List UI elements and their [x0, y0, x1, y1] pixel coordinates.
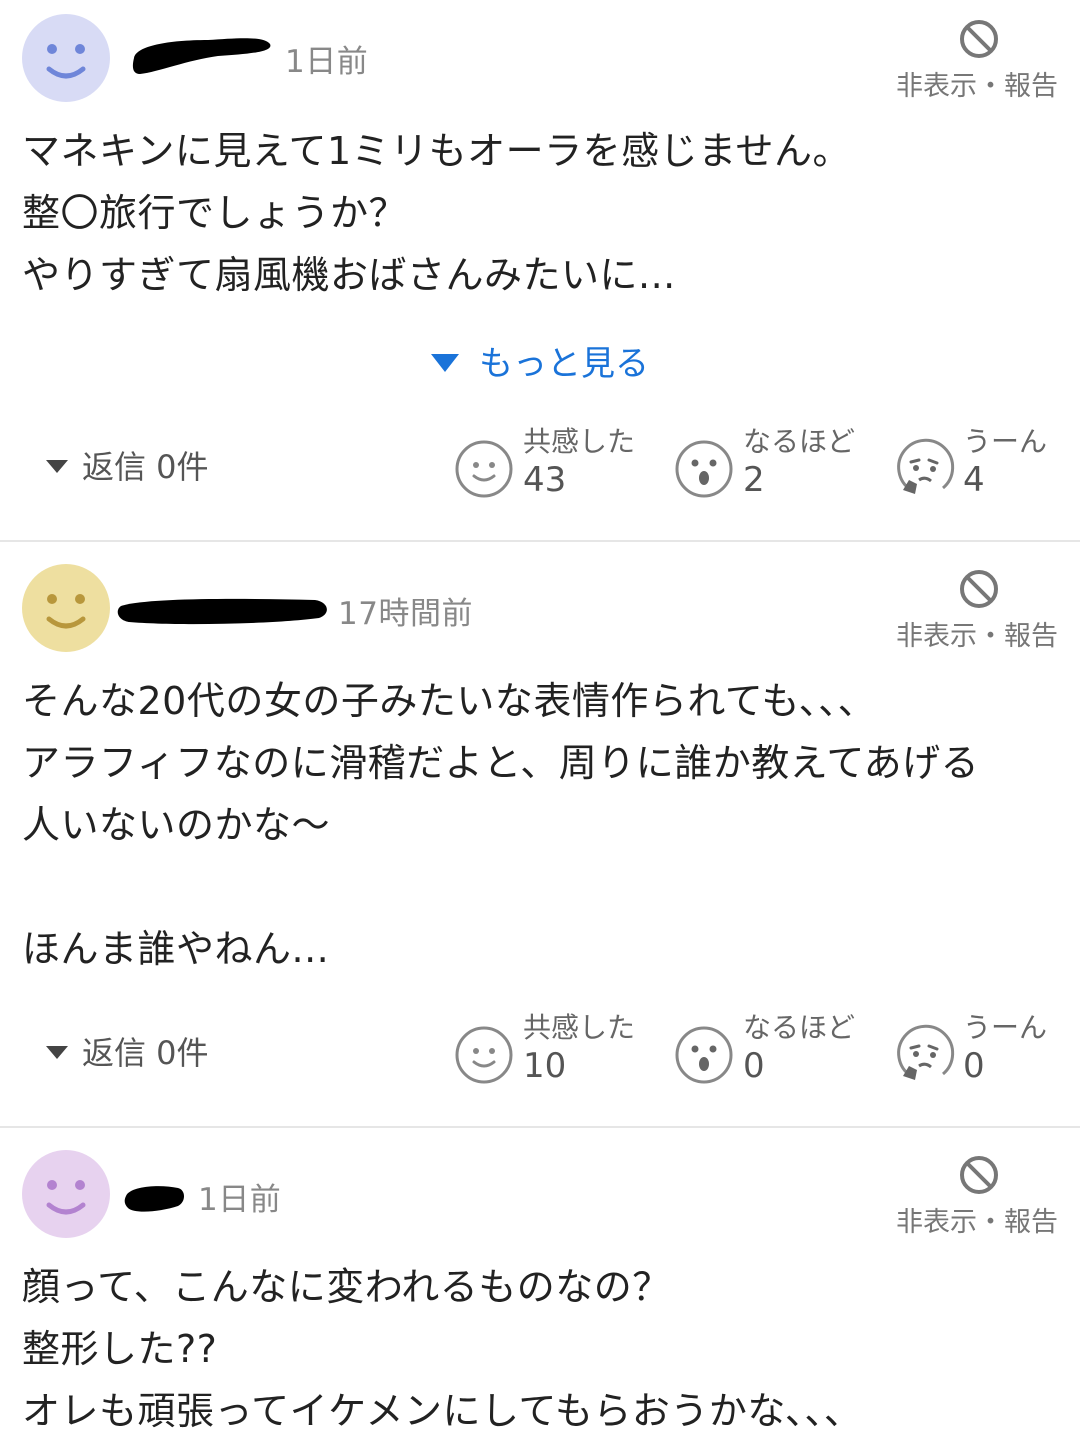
reaction-label: うーん: [963, 1011, 1048, 1044]
comment-body: そんな20代の女の子みたいな表情作られても、、、 アラフィフなのに滑稽だよと、周…: [22, 670, 1058, 980]
comment-line: 顔って、こんなに変われるものなの？: [22, 1265, 671, 1309]
triangle-down-icon: [46, 459, 68, 473]
smile-face-icon: [455, 440, 513, 498]
reaction-count: 2: [743, 460, 765, 500]
comment-line: そんな20代の女の子みたいな表情作られても、、、: [22, 679, 877, 723]
reaction-empathy-button[interactable]: 共感した 43: [453, 420, 653, 500]
avatar[interactable]: [22, 564, 110, 652]
comment-line: マネキンに見えて1ミリもオーラを感じません。: [22, 129, 851, 173]
username-redacted[interactable]: [128, 28, 273, 78]
ban-icon: [960, 1156, 998, 1194]
reaction-count: 43: [523, 460, 567, 500]
reaction-label: うーん: [963, 425, 1048, 458]
hide-report-label: 非表示・報告: [896, 1207, 1058, 1238]
reply-count: 返信 0件: [82, 1034, 209, 1072]
comment-line: ほんま誰やねん...: [22, 927, 330, 971]
surprised-face-icon: [675, 1026, 733, 1084]
reaction-label: 共感した: [523, 1011, 636, 1044]
show-more-link[interactable]: もっと見る: [0, 336, 1080, 385]
hide-report-label: 非表示・報告: [896, 71, 1058, 102]
smile-avatar-icon: [22, 14, 110, 102]
triangle-down-icon: [431, 353, 459, 372]
comment-line: アラフィフなのに滑稽だよと、周りに誰か教えてあげる: [22, 741, 980, 785]
reaction-count: 4: [963, 460, 985, 500]
reaction-insight-button[interactable]: なるほど 2: [673, 420, 873, 500]
comment-line: [22, 856, 1058, 918]
hide-report-button[interactable]: 非表示・報告: [888, 568, 1058, 653]
reaction-label: 共感した: [523, 425, 636, 458]
hide-report-label: 非表示・報告: [896, 621, 1058, 652]
reply-toggle[interactable]: 返信 0件: [46, 1028, 209, 1074]
reply-toggle[interactable]: 返信 0件: [46, 442, 209, 488]
avatar[interactable]: [22, 1150, 110, 1238]
comment-line: 整形した??: [22, 1327, 218, 1371]
comment-line: やりすぎて扇風機おばさんみたいに...: [22, 253, 676, 297]
comment-line: 整〇旅行でしょうか？: [22, 191, 408, 235]
reaction-label: なるほど: [743, 425, 856, 458]
smile-face-icon: [455, 1026, 513, 1084]
comment-time: 1日前: [198, 1182, 282, 1218]
smile-avatar-icon: [22, 1150, 110, 1238]
comment-body: マネキンに見えて1ミリもオーラを感じません。 整〇旅行でしょうか？ やりすぎて扇…: [22, 120, 1058, 306]
reply-count: 返信 0件: [82, 448, 209, 486]
reaction-insight-button[interactable]: なるほど 0: [673, 1006, 873, 1086]
reaction-hmm-button[interactable]: うーん 0: [893, 1006, 1063, 1086]
avatar[interactable]: [22, 14, 110, 102]
ban-icon: [960, 570, 998, 608]
hide-report-button[interactable]: 非表示・報告: [888, 18, 1058, 103]
reaction-hmm-button[interactable]: うーん 4: [893, 420, 1063, 500]
ban-icon: [960, 20, 998, 58]
surprised-face-icon: [675, 440, 733, 498]
username-redacted[interactable]: [115, 586, 333, 636]
reaction-count: 0: [743, 1046, 765, 1086]
reaction-empathy-button[interactable]: 共感した 10: [453, 1006, 653, 1086]
comment-card: 1日前 非表示・報告 マネキンに見えて1ミリもオーラを感じません。 整〇旅行でし…: [0, 0, 1080, 542]
triangle-down-icon: [46, 1045, 68, 1059]
comment-line: オレも頑張ってイケメンにしてもらおうかな､､､: [22, 1389, 845, 1433]
reaction-label: なるほど: [743, 1011, 856, 1044]
reaction-count: 0: [963, 1046, 985, 1086]
reaction-count: 10: [523, 1046, 567, 1086]
comment-line: 人いないのかな～: [22, 803, 331, 847]
comment-card: 1日前 非表示・報告 顔って、こんなに変われるものなの？ 整形した?? オレも頑…: [0, 1128, 1080, 1454]
comment-body: 顔って、こんなに変われるものなの？ 整形した?? オレも頑張ってイケメンにしても…: [22, 1256, 1058, 1442]
thinking-face-icon: [897, 1024, 955, 1080]
show-more-label: もっと見る: [479, 344, 649, 384]
comment-card: 17時間前 非表示・報告 そんな20代の女の子みたいな表情作られても、、、 アラ…: [0, 542, 1080, 1128]
thinking-face-icon: [897, 438, 955, 494]
comment-time: 1日前: [285, 44, 369, 80]
smile-avatar-icon: [22, 564, 110, 652]
hide-report-button[interactable]: 非表示・報告: [888, 1154, 1058, 1239]
username-redacted[interactable]: [120, 1172, 188, 1222]
comment-time: 17時間前: [338, 596, 473, 632]
